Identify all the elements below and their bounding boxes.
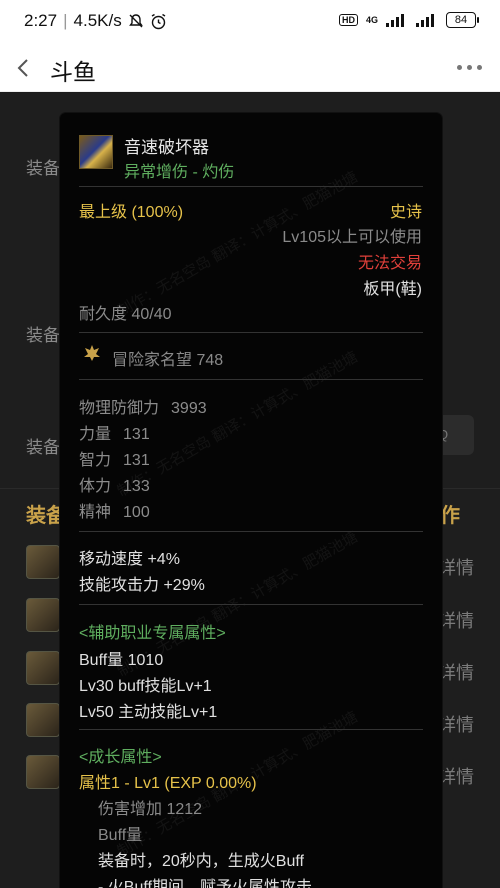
item-subtitle: 异常增伤 - 灼伤: [124, 164, 235, 181]
battery-level: 84: [454, 14, 468, 26]
hd-badge: HD: [338, 14, 358, 26]
divider: [79, 604, 423, 605]
bg-row-detail-2[interactable]: 详情: [438, 607, 474, 633]
item-slot: 板甲(鞋): [363, 281, 422, 298]
stat-row: 体力 133: [79, 472, 150, 496]
stat-value: 100: [123, 504, 150, 521]
back-icon[interactable]: [14, 56, 34, 80]
divider: [79, 186, 423, 187]
skill-attack: 技能攻击力 +29%: [79, 577, 205, 594]
nav-bar: 斗鱼: [0, 44, 500, 92]
bg-row-icon-5: [26, 755, 60, 789]
stat-row: 精神 100: [79, 498, 150, 522]
page-title: 斗鱼: [50, 59, 96, 85]
stat-row: 智力 131: [79, 446, 150, 470]
effect-desc-1: 装备时，20秒内，生成火Buff: [98, 853, 304, 870]
support-header: <辅助职业专属属性>: [79, 625, 226, 642]
signal-icon-2: [416, 14, 434, 27]
bg-label-2: 装备: [26, 326, 60, 345]
bg-label-3: 装备: [26, 438, 60, 457]
buff-label: Buff量: [98, 827, 143, 844]
stat-value: 131: [123, 426, 150, 443]
mute-bell-icon: [128, 14, 143, 28]
item-durability: 耐久度 40/40: [79, 306, 172, 323]
item-rarity: 史诗: [389, 204, 422, 221]
item-tooltip: 制作：无名空岛 翻译：计算式、肥猫池塘 制作：无名空岛 翻译：计算式、肥猫池塘 …: [60, 113, 442, 888]
damage-increase: 伤害增加 1212: [98, 801, 203, 818]
status-bar: 2:27 | 4.5K/s HD 4G 84: [0, 0, 500, 44]
stat-name: 物理防御力: [79, 400, 160, 417]
stat-name: 体力: [79, 478, 112, 495]
bg-row-icon-4: [26, 703, 60, 737]
buff-amount: Buff量 1010: [79, 652, 164, 669]
effect-desc-2: - 火Buff期间，赋予火属性攻击: [98, 879, 312, 888]
item-level-req: Lv105以上可以使用: [282, 229, 422, 246]
stat-name: 力量: [79, 426, 112, 443]
bg-row-icon-1: [26, 545, 60, 579]
stat-name: 精神: [79, 504, 112, 521]
status-divider: |: [63, 11, 68, 30]
stat-name: 智力: [79, 452, 112, 469]
divider: [79, 379, 423, 380]
bg-row-detail-3[interactable]: 详情: [438, 659, 474, 685]
status-speed: 4.5K/s: [73, 11, 122, 30]
stat-value: 3993: [171, 400, 207, 417]
move-speed: 移动速度 +4%: [79, 551, 180, 568]
item-trade: 无法交易: [357, 255, 422, 272]
bg-row-detail-1[interactable]: 详情: [438, 554, 474, 580]
item-icon: [79, 135, 113, 169]
signal-icon: [386, 14, 404, 27]
bg-label-1: 装备: [26, 159, 60, 178]
divider: [79, 729, 423, 730]
growth-attr-1: 属性1 - Lv1 (EXP 0.00%): [79, 775, 257, 792]
item-name: 音速破坏器: [124, 138, 209, 157]
fame-value: 冒险家名望 748: [112, 352, 224, 369]
bg-row-icon-2: [26, 598, 60, 632]
divider: [79, 531, 423, 532]
divider: [79, 332, 423, 333]
alarm-icon: [151, 13, 166, 29]
stat-value: 133: [123, 478, 150, 495]
stat-row: 力量 131: [79, 420, 150, 444]
bg-row-detail-5[interactable]: 详情: [438, 763, 474, 789]
growth-header: <成长属性>: [79, 749, 162, 766]
status-left: 2:27 | 4.5K/s: [24, 11, 167, 31]
lv30-bonus: Lv30 buff技能Lv+1: [79, 678, 212, 695]
stat-row: 物理防御力 3993: [79, 394, 207, 418]
lv50-bonus: Lv50 主动技能Lv+1: [79, 704, 218, 721]
bg-section-action: 作: [440, 505, 460, 527]
more-icon[interactable]: [457, 65, 482, 70]
item-grade: 最上级 (100%): [79, 204, 184, 221]
stat-value: 131: [123, 452, 150, 469]
status-right: HD 4G 84: [338, 12, 479, 28]
bg-row-icon-3: [26, 651, 60, 685]
battery-icon: 84: [446, 12, 479, 28]
fame-icon: [84, 345, 100, 361]
network-type: 4G: [365, 15, 378, 25]
status-time: 2:27: [24, 11, 58, 30]
bg-row-detail-4[interactable]: 详情: [438, 711, 474, 737]
